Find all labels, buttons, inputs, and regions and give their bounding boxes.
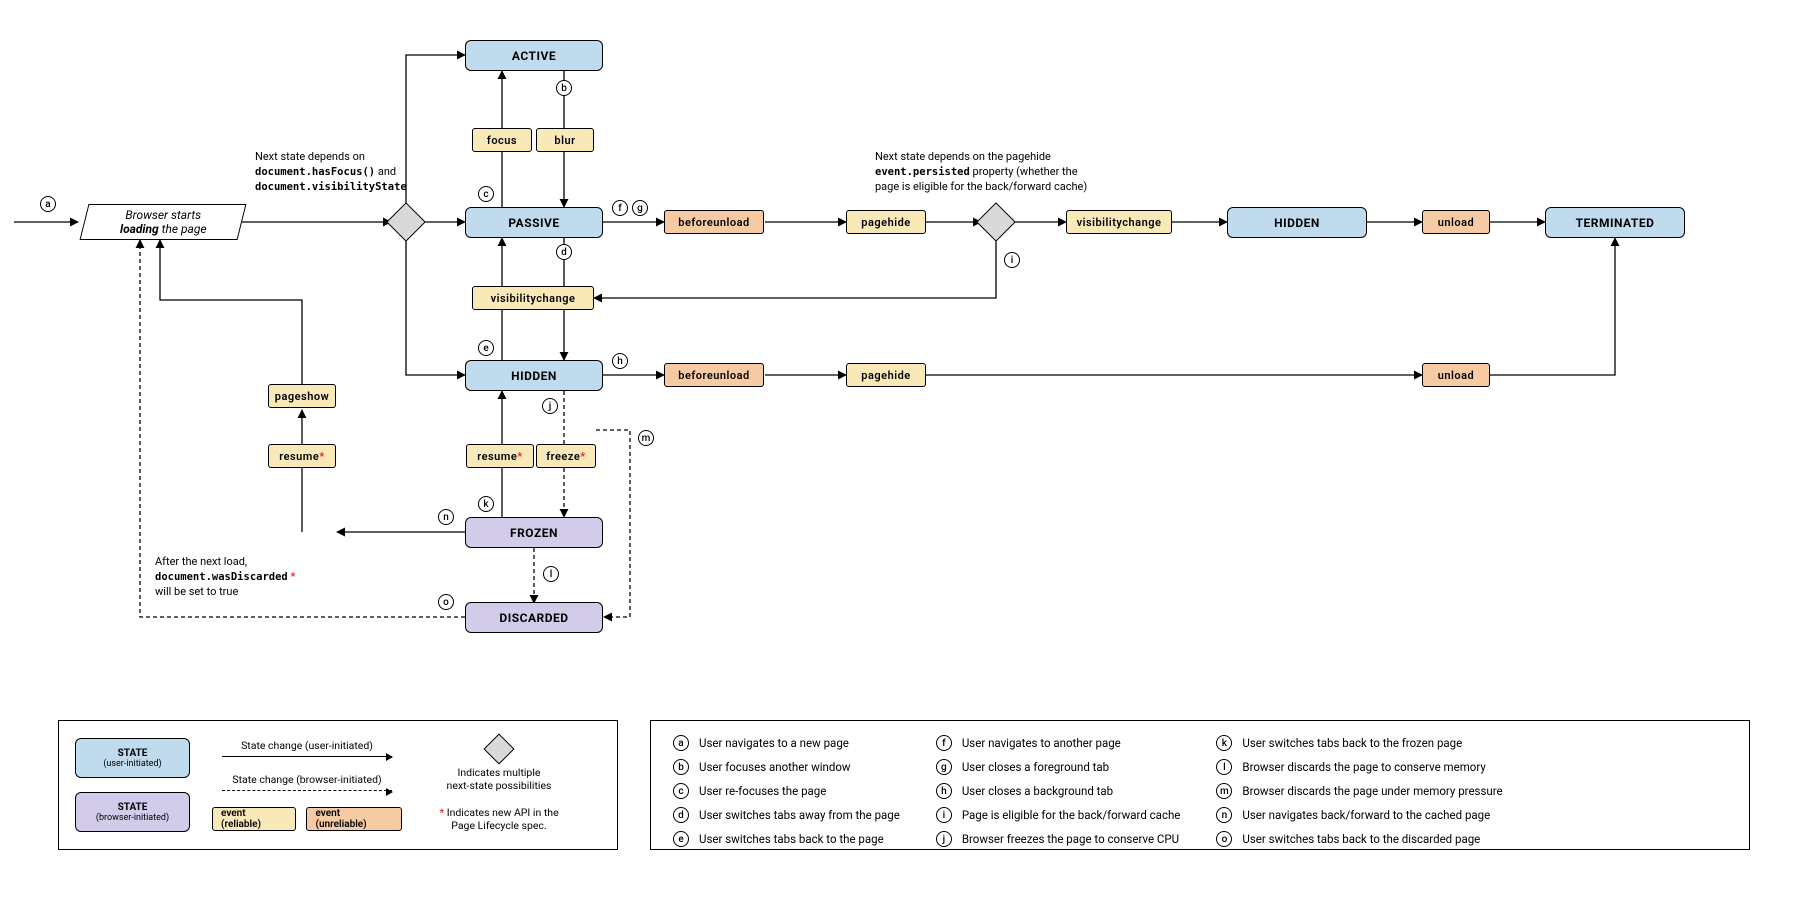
marker-f: f (612, 200, 628, 216)
marker-d: d (556, 244, 572, 260)
glossary-f: fUser navigates to another page (936, 735, 1181, 751)
event-freeze: freeze* (536, 444, 596, 468)
annot-wasdiscarded: After the next load, document.wasDiscard… (155, 555, 345, 600)
glossary-b: bUser focuses another window (673, 759, 900, 775)
state-active: ACTIVE (465, 40, 603, 71)
state-hidden-2: HIDDEN (1227, 207, 1367, 238)
glossary-h: hUser closes a background tab (936, 783, 1181, 799)
loader-box: Browser startsloading the page (80, 204, 247, 240)
event-focus: focus (472, 128, 532, 152)
glossary-j: jBrowser freezes the page to conserve CP… (936, 831, 1181, 847)
marker-k: k (478, 496, 494, 512)
event-unload-2: unload (1422, 363, 1490, 387)
marker-c: c (478, 186, 494, 202)
state-hidden: HIDDEN (465, 360, 603, 391)
marker-m: m (638, 430, 654, 446)
glossary-d: dUser switches tabs away from the page (673, 807, 900, 823)
event-pagehide-2: pagehide (846, 363, 926, 387)
decision-persisted (976, 202, 1016, 242)
loader-text: Browser startsloading the page (120, 208, 207, 236)
event-visibilitychange-p: visibilitychange (472, 286, 594, 310)
glossary-l: lBrowser discards the page to conserve m… (1216, 759, 1502, 775)
legend-diamond-text: Indicates multiplenext-state possibiliti… (447, 766, 552, 792)
glossary-m: mBrowser discards the page under memory … (1216, 783, 1502, 799)
event-blur: blur (536, 128, 594, 152)
marker-e: e (478, 340, 494, 356)
marker-a: a (40, 196, 56, 212)
legend-state-browser: STATE(browser-initiated) (75, 792, 190, 832)
glossary-k: kUser switches tabs back to the frozen p… (1216, 735, 1502, 751)
event-beforeunload-2: beforeunload (664, 363, 764, 387)
state-frozen: FROZEN (465, 517, 603, 548)
marker-b: b (556, 80, 572, 96)
state-discarded: DISCARDED (465, 602, 603, 633)
annot-hasfocus: Next state depends on document.hasFocus(… (255, 150, 445, 195)
marker-i: i (1004, 252, 1020, 268)
event-pageshow: pageshow (268, 384, 336, 408)
event-pagehide-1: pagehide (846, 210, 926, 234)
state-terminated: TERMINATED (1545, 207, 1685, 238)
glossary-c: cUser re-focuses the page (673, 783, 900, 799)
glossary-o: oUser switches tabs back to the discarde… (1216, 831, 1502, 847)
marker-j: j (542, 398, 558, 414)
glossary-i: iPage is eligible for the back/forward c… (936, 807, 1181, 823)
glossary-e: eUser switches tabs back to the page (673, 831, 900, 847)
event-visibilitychange-after: visibilitychange (1066, 210, 1172, 234)
glossary-g: gUser closes a foreground tab (936, 759, 1181, 775)
marker-n: n (438, 509, 454, 525)
state-passive: PASSIVE (465, 207, 603, 238)
glossary-a: aUser navigates to a new page (673, 735, 900, 751)
event-beforeunload-1: beforeunload (664, 210, 764, 234)
legend-panel: STATE(user-initiated) STATE(browser-init… (58, 720, 618, 850)
decision-initial (386, 202, 426, 242)
legend-arrow-browser-label: State change (browser-initiated) (232, 773, 381, 786)
marker-l: l (543, 566, 559, 582)
marker-h: h (612, 353, 628, 369)
legend-event-reliable: event (reliable) (212, 807, 296, 831)
glossary-n: nUser navigates back/forward to the cach… (1216, 807, 1502, 823)
marker-o: o (438, 594, 454, 610)
legend-arrow-browser (222, 790, 392, 791)
event-unload-1: unload (1422, 210, 1490, 234)
legend-star-text: * Indicates new API in thePage Lifecycle… (439, 806, 558, 832)
annot-persisted: Next state depends on the pagehideevent.… (875, 150, 1135, 195)
legend-event-unreliable: event (unreliable) (306, 807, 402, 831)
glossary-panel: aUser navigates to a new page bUser focu… (650, 720, 1750, 850)
legend-arrow-user (222, 756, 392, 757)
legend-state-user: STATE(user-initiated) (75, 738, 190, 778)
legend-diamond-icon (483, 733, 514, 764)
marker-g: g (632, 200, 648, 216)
event-resume-p: resume* (466, 444, 534, 468)
event-resume-left: resume* (268, 444, 336, 468)
diagram-canvas: a b c d e f g h i j k l m n o Browser st… (0, 0, 1806, 898)
legend-arrow-user-label: State change (user-initiated) (241, 739, 373, 752)
